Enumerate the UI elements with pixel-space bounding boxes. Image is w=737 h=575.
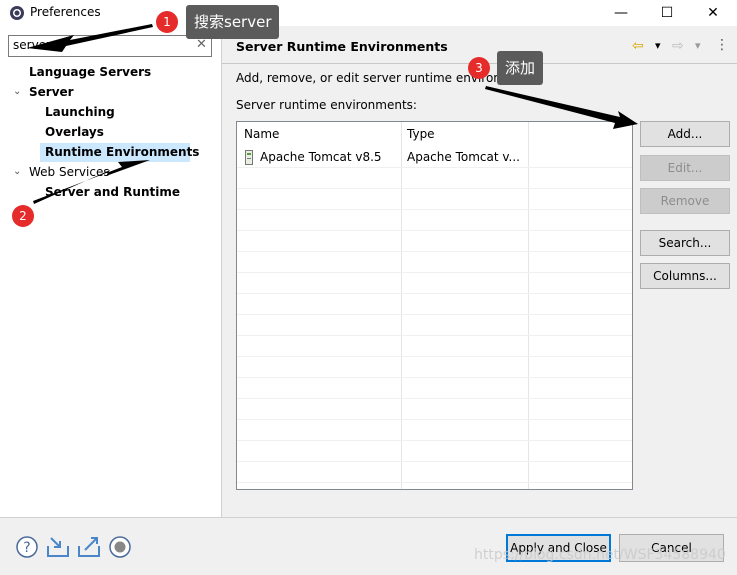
annotation-badge-1: 1 xyxy=(156,11,178,33)
arrow-2 xyxy=(33,160,150,204)
annotation-badge-2: 2 xyxy=(12,205,34,227)
annotation-tooltip-3: 添加 xyxy=(497,51,544,85)
arrow-3 xyxy=(485,86,638,129)
annotation-badge-3: 3 xyxy=(468,57,490,79)
annotation-arrows xyxy=(27,24,638,204)
annotation-tooltip-1: 搜索server xyxy=(186,5,280,39)
arrow-1 xyxy=(27,24,153,52)
